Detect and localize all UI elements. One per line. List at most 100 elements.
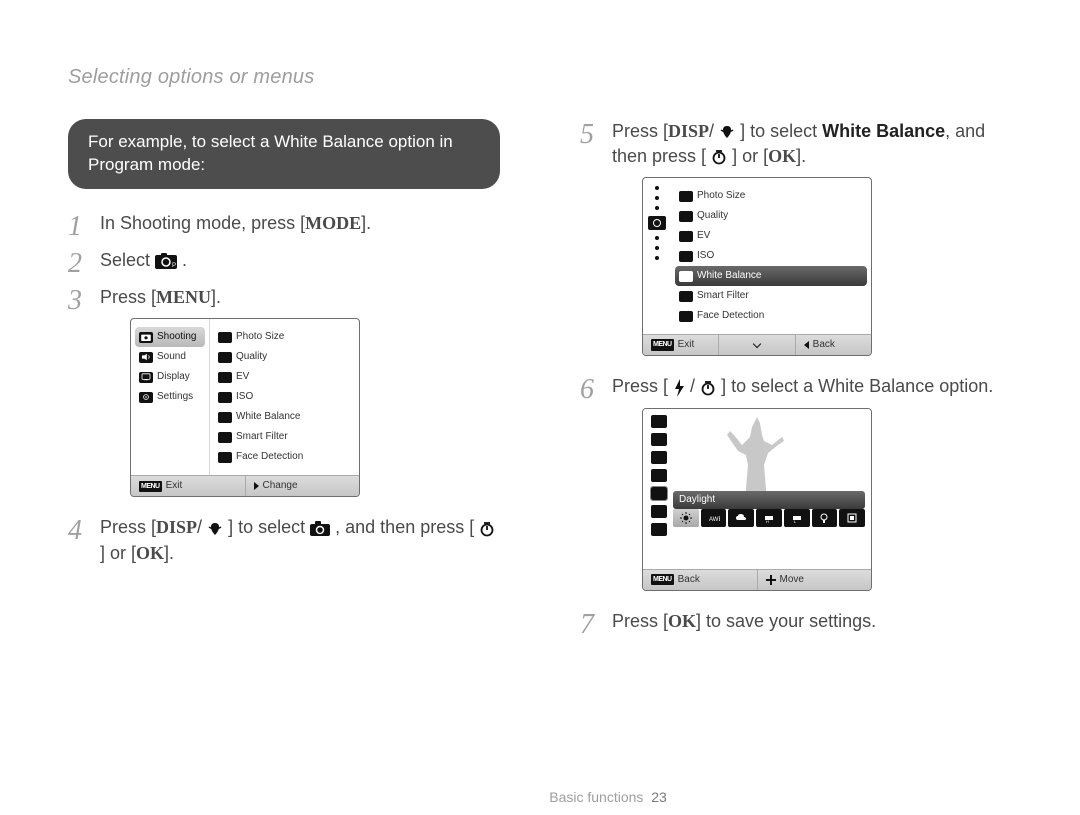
wb-selection-screen: Daylight AWB H L MENUBack (642, 408, 872, 591)
wb-selected-label: Daylight (673, 491, 865, 509)
steps-list-right: Press [DISP/ ] to select White Balance, … (580, 119, 1012, 634)
step-6: Press [ / ] to select a White Balance op… (580, 374, 1012, 590)
move-icon (766, 575, 776, 585)
photo-size-icon (679, 191, 693, 202)
svg-text:P: P (172, 263, 176, 269)
side-icon (651, 415, 667, 428)
left-arrow-icon (804, 341, 809, 349)
menu-item-white-balance-selected: White Balance (675, 266, 867, 286)
awb-icon (679, 271, 693, 282)
face-detection-icon (679, 311, 693, 322)
side-icon (651, 505, 667, 518)
side-icon (651, 451, 667, 464)
ok-button-label: OK (668, 611, 696, 631)
iso-icon (679, 251, 693, 262)
step-5: Press [DISP/ ] to select White Balance, … (580, 119, 1012, 356)
ok-button-label: OK (768, 146, 796, 166)
rail-dot-icon (655, 256, 659, 260)
menu-item-shooting: Shooting (135, 327, 205, 347)
wb-custom-icon (839, 509, 865, 527)
flash-icon (673, 379, 685, 397)
step-1: In Shooting mode, press [MODE]. (68, 211, 500, 236)
disp-button-label: DISP (156, 517, 197, 537)
menu-item-display: Display (131, 367, 209, 387)
wb-daylight-icon (673, 509, 699, 527)
menu-categories: Shooting Sound Display Settings (131, 319, 209, 475)
svg-text:H: H (766, 519, 769, 524)
svg-text:AWB: AWB (709, 517, 720, 523)
page-section-title: Selecting options or menus (68, 66, 1012, 89)
awb-icon (218, 412, 232, 423)
display-icon (139, 372, 153, 383)
footer-section: Basic functions (549, 789, 643, 805)
menu-chip-icon: MENU (651, 574, 674, 586)
rail-dot-icon (655, 186, 659, 190)
iso-icon (218, 392, 232, 403)
menu-chip-icon: MENU (139, 481, 162, 493)
example-callout: For example, to select a White Balance o… (68, 119, 500, 189)
rail-dot-icon (655, 246, 659, 250)
photo-size-icon (218, 332, 232, 343)
menu-screen-2: Photo Size Quality EV ISO White Balance … (642, 177, 872, 356)
menu-options: Photo Size Quality EV ISO White Balance … (209, 319, 359, 475)
menu-item-sound: Sound (131, 347, 209, 367)
camera-icon (139, 332, 153, 343)
step-7: Press [OK] to save your settings. (580, 609, 1012, 634)
screen-footer: MENUExit Back (643, 334, 871, 355)
page-footer: Basic functions 23 (68, 789, 1080, 815)
content-columns: For example, to select a White Balance o… (68, 119, 1012, 646)
program-mode-icon: P (155, 253, 177, 269)
menu-item-settings: Settings (131, 387, 209, 407)
smart-filter-icon (679, 291, 693, 302)
menu-button-label: MENU (156, 287, 211, 307)
menu-chip-icon: MENU (651, 339, 674, 351)
side-icon-selected (651, 487, 667, 500)
timer-icon (711, 149, 727, 165)
step-2: Select P . (68, 248, 500, 273)
menu-screen-1: Shooting Sound Display Settings Photo Si… (130, 318, 360, 497)
right-column: Press [DISP/ ] to select White Balance, … (580, 119, 1012, 646)
rail-dot-icon (655, 196, 659, 200)
quality-icon (218, 352, 232, 363)
rail-dot-icon (655, 236, 659, 240)
quality-icon (679, 211, 693, 222)
right-arrow-icon (254, 482, 259, 490)
steps-list-left: In Shooting mode, press [MODE]. Select P… (68, 211, 500, 566)
side-icon (651, 433, 667, 446)
camera-icon (648, 216, 666, 230)
speaker-icon (139, 352, 153, 363)
menu-options: Photo Size Quality EV ISO White Balance … (671, 178, 871, 334)
wb-fluorescent-h-icon: H (756, 509, 782, 527)
mode-button-label: MODE (305, 213, 361, 233)
screen-footer: MENUBack Move (643, 569, 871, 590)
chevron-down-icon (753, 340, 761, 348)
smart-filter-icon (218, 432, 232, 443)
wb-fluorescent-l-icon: L (784, 509, 810, 527)
ev-icon (679, 231, 693, 242)
left-column: For example, to select a White Balance o… (68, 119, 500, 646)
wb-option-strip: AWB H L (673, 509, 865, 527)
timer-icon (700, 380, 716, 396)
ok-button-label: OK (136, 543, 164, 563)
timer-icon (479, 521, 495, 537)
camera-icon (310, 521, 330, 536)
macro-icon (207, 521, 223, 537)
ev-icon (218, 372, 232, 383)
side-icon (651, 469, 667, 482)
disp-button-label: DISP (668, 121, 709, 141)
screen-footer: MENUExit Change (131, 475, 359, 496)
side-icon-column (649, 415, 669, 539)
wb-cloudy-icon (728, 509, 754, 527)
gear-icon (139, 392, 153, 403)
face-detection-icon (218, 452, 232, 463)
side-icon (651, 523, 667, 536)
wb-tungsten-icon (812, 509, 838, 527)
white-balance-bold: White Balance (822, 121, 945, 141)
rail-dot-icon (655, 206, 659, 210)
step-3: Press [MENU]. Shooting Sound Display Set… (68, 285, 500, 497)
page-number: 23 (651, 789, 667, 805)
step-4: Press [DISP/ ] to select , and then pres… (68, 515, 500, 565)
macro-icon (719, 124, 735, 140)
wb-auto-icon: AWB (701, 509, 727, 527)
category-rail (643, 178, 671, 334)
